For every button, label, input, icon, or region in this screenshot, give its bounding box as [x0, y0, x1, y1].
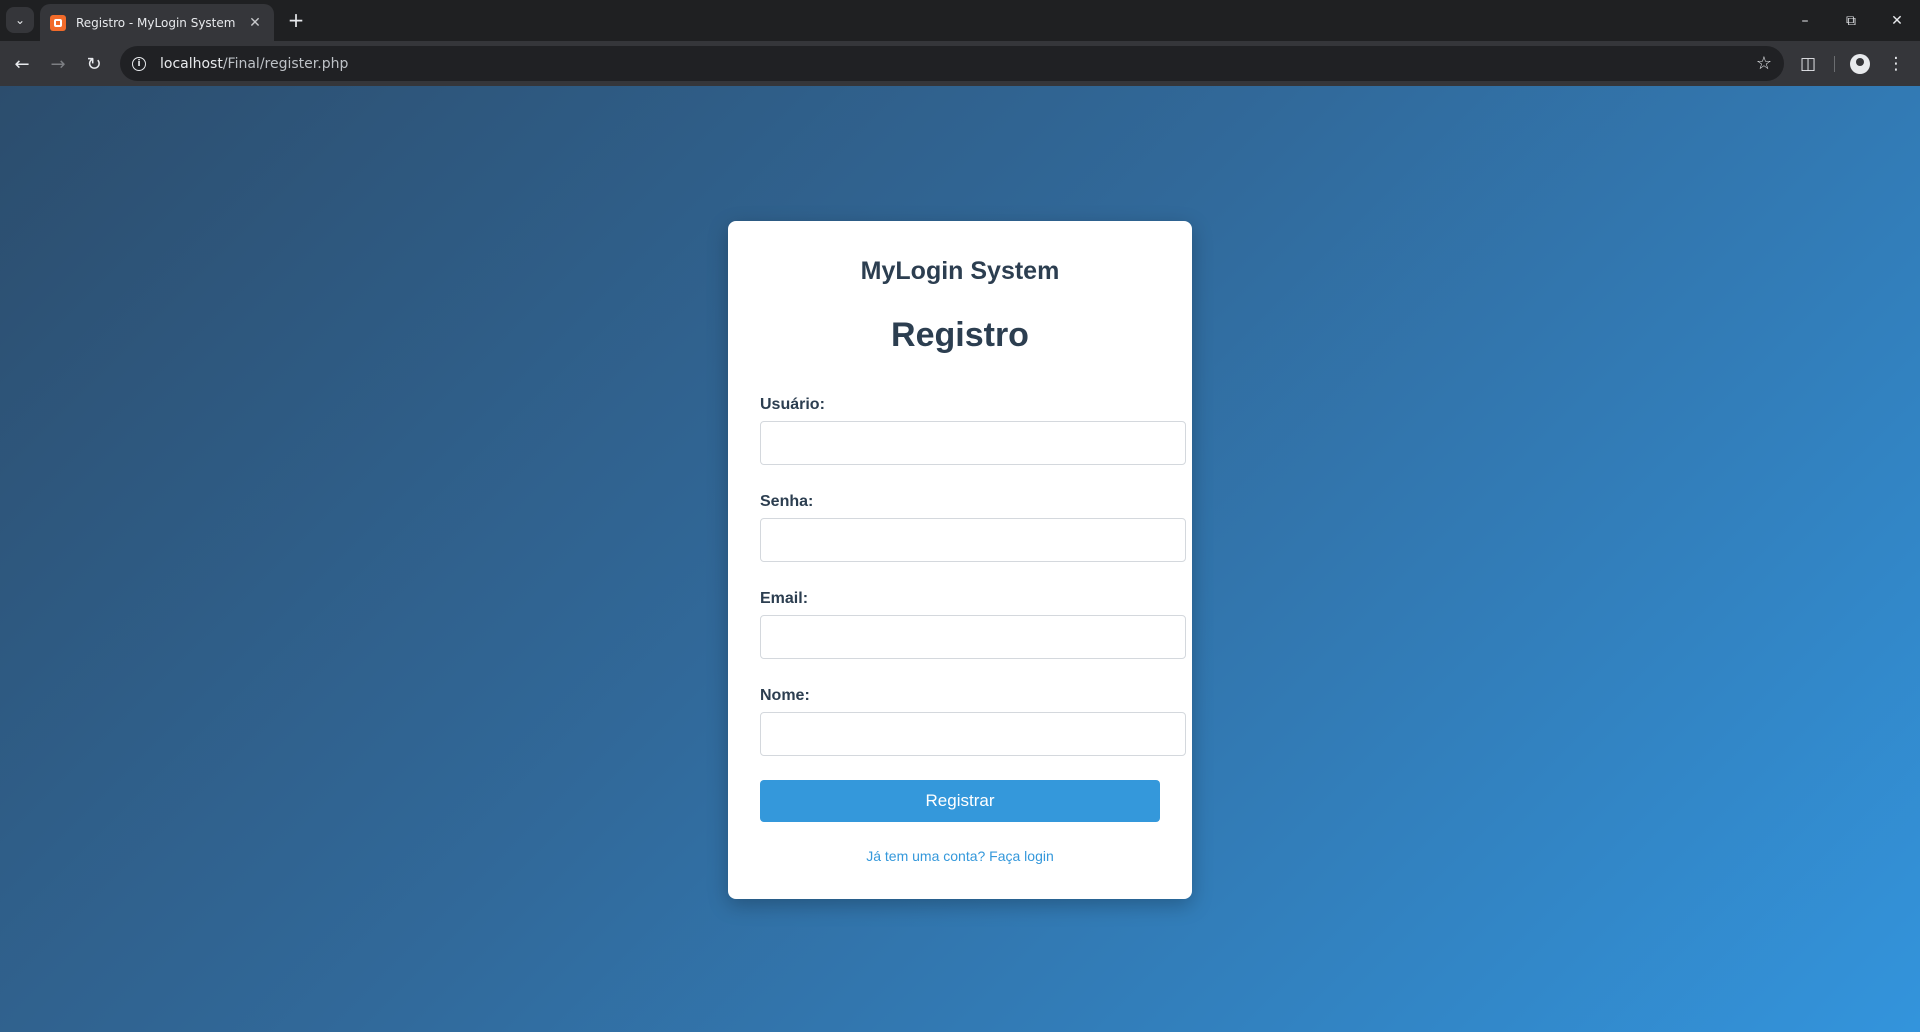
page-viewport: MyLogin System Registro Usuário: Senha: … [0, 86, 1920, 1032]
password-input[interactable] [760, 518, 1186, 562]
tab-close-icon[interactable]: ✕ [246, 15, 264, 31]
register-button[interactable]: Registrar [760, 780, 1160, 822]
url-host: localhost [160, 55, 223, 72]
tab-title: Registro - MyLogin System [76, 15, 236, 30]
tab-search-icon[interactable]: ⌄ [6, 7, 34, 33]
window-controls: – ⧉ ✕ [1782, 0, 1920, 41]
email-input[interactable] [760, 615, 1186, 659]
username-label: Usuário: [760, 396, 825, 413]
active-tab[interactable]: Registro - MyLogin System ✕ [40, 4, 274, 41]
minimize-icon[interactable]: – [1782, 0, 1828, 41]
bookmark-star-icon[interactable]: ☆ [1756, 53, 1772, 74]
xampp-favicon-icon [50, 14, 66, 31]
password-label: Senha: [760, 493, 814, 510]
register-card: MyLogin System Registro Usuário: Senha: … [728, 221, 1192, 899]
url-path: /Final/register.php [222, 55, 349, 72]
new-tab-icon[interactable]: + [282, 7, 310, 33]
menu-kebab-icon[interactable]: ⋮ [1882, 50, 1910, 78]
forward-icon[interactable]: → [44, 50, 72, 78]
url-text[interactable]: localhost/Final/register.php [160, 56, 348, 72]
restore-icon[interactable]: ⧉ [1828, 0, 1874, 41]
avatar [1850, 54, 1870, 74]
username-input[interactable] [760, 421, 1186, 465]
site-info-icon[interactable]: i [132, 56, 146, 71]
profile-icon[interactable] [1846, 50, 1874, 78]
address-bar[interactable]: i localhost/Final/register.php ☆ [120, 46, 1784, 81]
toolbar-divider [1834, 56, 1835, 72]
login-link[interactable]: Já tem uma conta? Faça login [728, 848, 1192, 864]
page-title: Registro [891, 316, 1029, 354]
brand-title: MyLogin System [860, 257, 1060, 285]
back-icon[interactable]: ← [8, 50, 36, 78]
close-window-icon[interactable]: ✕ [1874, 0, 1920, 41]
extensions-icon[interactable]: ◫ [1794, 50, 1822, 78]
browser-toolbar: ← → ↻ i localhost/Final/register.php ☆ ◫… [0, 41, 1920, 86]
email-label: Email: [760, 590, 809, 607]
tab-bar: ⌄ Registro - MyLogin System ✕ + – ⧉ ✕ [0, 0, 1920, 41]
name-label: Nome: [760, 687, 810, 704]
reload-icon[interactable]: ↻ [80, 50, 108, 78]
name-input[interactable] [760, 712, 1186, 756]
